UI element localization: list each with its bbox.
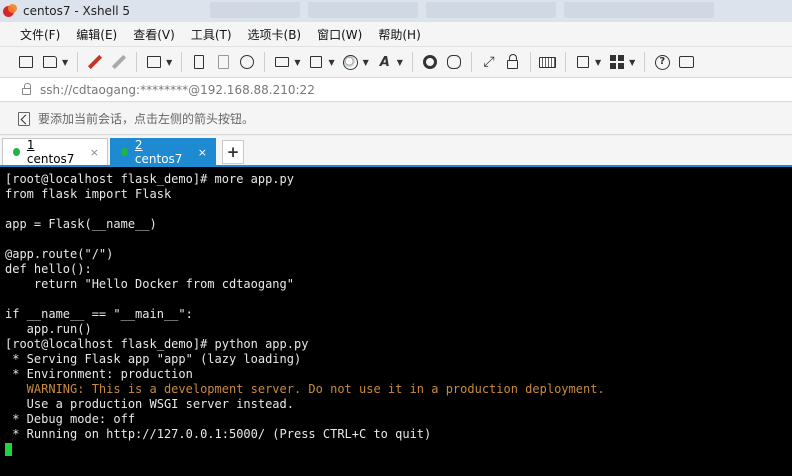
close-tab-icon[interactable]: × [198, 146, 207, 159]
address-text[interactable]: ssh://cdtaogang:********@192.168.88.210:… [40, 83, 315, 97]
xmanager-icon[interactable] [444, 52, 464, 72]
open-folder-icon[interactable] [40, 52, 60, 72]
keyboard-icon[interactable] [538, 52, 558, 72]
tab-name: centos7 [26, 152, 75, 166]
print-dropdown-icon[interactable]: ▼ [294, 58, 300, 67]
connect-icon[interactable] [85, 52, 105, 72]
terminal-line: [root@localhost flask_demo]# python app.… [5, 337, 309, 351]
terminal-line: * Serving Flask app "app" (lazy loading) [5, 352, 302, 366]
menu-view[interactable]: 查看(V) [133, 26, 175, 43]
terminal-line: * Running on http://127.0.0.1:5000/ (Pre… [5, 427, 432, 441]
layout-dropdown-icon[interactable]: ▼ [629, 58, 635, 67]
address-bar[interactable]: ssh://cdtaogang:********@192.168.88.210:… [0, 78, 792, 102]
toolbar: ▼ ▼ ▼ ▼ ▼ A ▼ ⤢ ▼ ▼ ? [0, 46, 792, 78]
terminal-line: @app.route("/") [5, 247, 114, 261]
tab-label: 2 centos7 [135, 138, 186, 166]
tab-name: centos7 [134, 152, 183, 166]
session-tab-bar: 1 centos7 × 2 centos7 × + [0, 136, 792, 166]
lock-icon [22, 83, 31, 95]
properties-icon[interactable] [144, 52, 164, 72]
open-dropdown-icon[interactable]: ▼ [62, 58, 68, 67]
terminal-output[interactable]: [root@localhost flask_demo]# more app.py… [0, 165, 792, 476]
terminal-line: Use a production WSGI server instead. [5, 397, 294, 411]
menu-edit[interactable]: 编辑(E) [76, 26, 117, 43]
toolbar-divider [181, 52, 183, 72]
terminal-line: app.run() [5, 322, 92, 336]
add-tab-dropdown-icon[interactable]: ▼ [595, 58, 601, 67]
terminal-line: * Debug mode: off [5, 412, 136, 426]
add-tab-icon[interactable] [573, 52, 593, 72]
toolbar-divider [564, 52, 566, 72]
disconnect-icon[interactable] [109, 52, 129, 72]
terminal-warning-line: WARNING: This is a development server. D… [5, 382, 605, 396]
terminal-line: if __name__ == "__main__": [5, 307, 193, 321]
terminal-line: return "Hello Docker from cdtaogang" [5, 277, 294, 291]
menu-tools[interactable]: 工具(T) [191, 26, 232, 43]
terminal-line: [root@localhost flask_demo]# more app.py [5, 172, 294, 186]
menu-file[interactable]: 文件(F) [20, 26, 60, 43]
terminal-line: app = Flask(__name__) [5, 217, 157, 231]
xshell-logo-icon [2, 3, 18, 19]
tab-label: 1 centos7 [27, 138, 78, 166]
toolbar-divider [136, 52, 138, 72]
find-icon[interactable] [237, 52, 257, 72]
lock-icon[interactable] [503, 52, 523, 72]
terminal-line: from flask import Flask [5, 187, 172, 201]
transfer-icon[interactable] [306, 52, 326, 72]
font-icon[interactable]: A [375, 52, 395, 72]
window-title: centos7 - Xshell 5 [23, 4, 131, 18]
help-icon[interactable]: ? [652, 52, 672, 72]
properties-dropdown-icon[interactable]: ▼ [166, 58, 172, 67]
toolbar-divider [529, 52, 531, 72]
background-taskbar [210, 2, 792, 20]
menu-tabs[interactable]: 选项卡(B) [248, 26, 302, 43]
terminal-cursor [5, 443, 12, 456]
xftp-icon[interactable] [420, 52, 440, 72]
connected-status-icon [121, 148, 128, 156]
layout-icon[interactable] [607, 52, 627, 72]
new-tab-button[interactable]: + [222, 140, 244, 164]
font-dropdown-icon[interactable]: ▼ [397, 58, 403, 67]
toolbar-divider [470, 52, 472, 72]
print-icon[interactable] [272, 52, 292, 72]
encoding-dropdown-icon[interactable]: ▼ [363, 58, 369, 67]
toolbar-divider [644, 52, 646, 72]
tab-index: 2 [134, 138, 143, 152]
copy-icon[interactable] [189, 52, 209, 72]
transfer-dropdown-icon[interactable]: ▼ [328, 58, 334, 67]
session-tab-1[interactable]: 1 centos7 × [2, 138, 108, 166]
paste-icon[interactable] [213, 52, 233, 72]
session-tab-2[interactable]: 2 centos7 × [110, 138, 216, 166]
menu-bar: 文件(F) 编辑(E) 查看(V) 工具(T) 选项卡(B) 窗口(W) 帮助(… [0, 22, 792, 46]
session-hint-bar: 要添加当前会话，点击左侧的箭头按钮。 [0, 103, 792, 135]
toolbar-divider [264, 52, 266, 72]
toolbar-divider [411, 52, 413, 72]
hint-text: 要添加当前会话，点击左侧的箭头按钮。 [38, 112, 255, 126]
tab-index: 1 [26, 138, 35, 152]
terminal-line: * Environment: production [5, 367, 193, 381]
toolbar-divider [77, 52, 79, 72]
chat-icon[interactable] [676, 52, 696, 72]
add-session-arrow-icon[interactable] [18, 111, 30, 126]
globe-icon[interactable] [341, 52, 361, 72]
connected-status-icon [13, 148, 20, 156]
new-session-icon[interactable] [16, 52, 36, 72]
title-bar: centos7 - Xshell 5 [0, 0, 792, 22]
terminal-line: def hello(): [5, 262, 92, 276]
menu-help[interactable]: 帮助(H) [378, 26, 420, 43]
menu-window[interactable]: 窗口(W) [317, 26, 362, 43]
close-tab-icon[interactable]: × [90, 146, 99, 159]
fullscreen-icon[interactable]: ⤢ [479, 52, 499, 72]
